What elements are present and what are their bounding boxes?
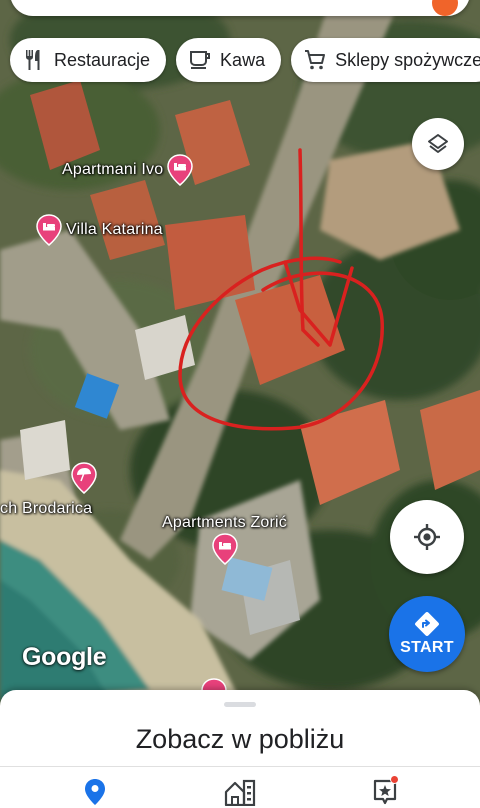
chip-groceries[interactable]: Sklepy spożywcze [291,38,480,82]
explore-pin-icon [85,779,105,805]
navigation-arrow-icon [415,612,439,636]
shopping-cart-icon [305,50,326,70]
nav-explore[interactable] [79,776,111,808]
beach-umbrella-icon [71,462,97,494]
satellite-map[interactable]: Apartmani Ivo Villa Katarina Apartments … [0,0,480,808]
chip-label: Sklepy spożywcze [335,49,480,70]
bottom-navigation [0,768,480,808]
sheet-title: Zobacz w pobliżu [135,724,345,754]
poi-apartmani-ivo[interactable]: Apartmani Ivo [62,154,194,186]
poi-villa-katarina[interactable]: Villa Katarina [36,214,163,246]
layers-button[interactable] [412,118,464,170]
poi-label: Apartments Zorić [162,514,288,531]
hotel-bed-icon [211,533,238,565]
drag-handle[interactable] [224,702,256,707]
commute-building-icon [224,779,256,806]
my-location-icon [414,524,440,550]
my-location-button[interactable] [390,500,464,574]
poi-label: Villa Katarina [66,221,163,238]
notification-badge [390,775,399,784]
satellite-imagery [0,0,480,808]
chip-restaurants[interactable]: Restauracje [10,38,167,82]
chip-coffee[interactable]: Kawa [176,38,282,82]
category-chips: Restauracje Kawa Sklepy spożywcze [10,38,480,82]
avatar[interactable] [432,0,458,16]
chip-label: Restauracje [54,49,151,70]
nav-updates[interactable] [369,775,401,808]
divider [0,766,480,767]
start-label: START [400,639,454,656]
poi-label: Apartmani Ivo [62,161,164,178]
poi-apartments-zoric[interactable]: Apartments Zorić [162,514,287,565]
start-navigation-button[interactable]: START [389,596,465,672]
layers-icon [428,134,448,153]
hotel-bed-icon [36,214,62,246]
poi-label: ch Brodarica [0,500,93,517]
fork-knife-icon [26,50,40,70]
bottom-sheet[interactable]: Zobacz w pobliżu [0,690,480,808]
coffee-cup-icon [190,51,211,69]
poi-brodarica[interactable]: ch Brodarica [0,462,97,518]
google-attribution: Google [22,643,107,671]
hotel-bed-icon [167,154,194,186]
nav-commute[interactable] [224,776,256,808]
chip-label: Kawa [220,49,266,70]
search-bar[interactable] [10,0,470,16]
